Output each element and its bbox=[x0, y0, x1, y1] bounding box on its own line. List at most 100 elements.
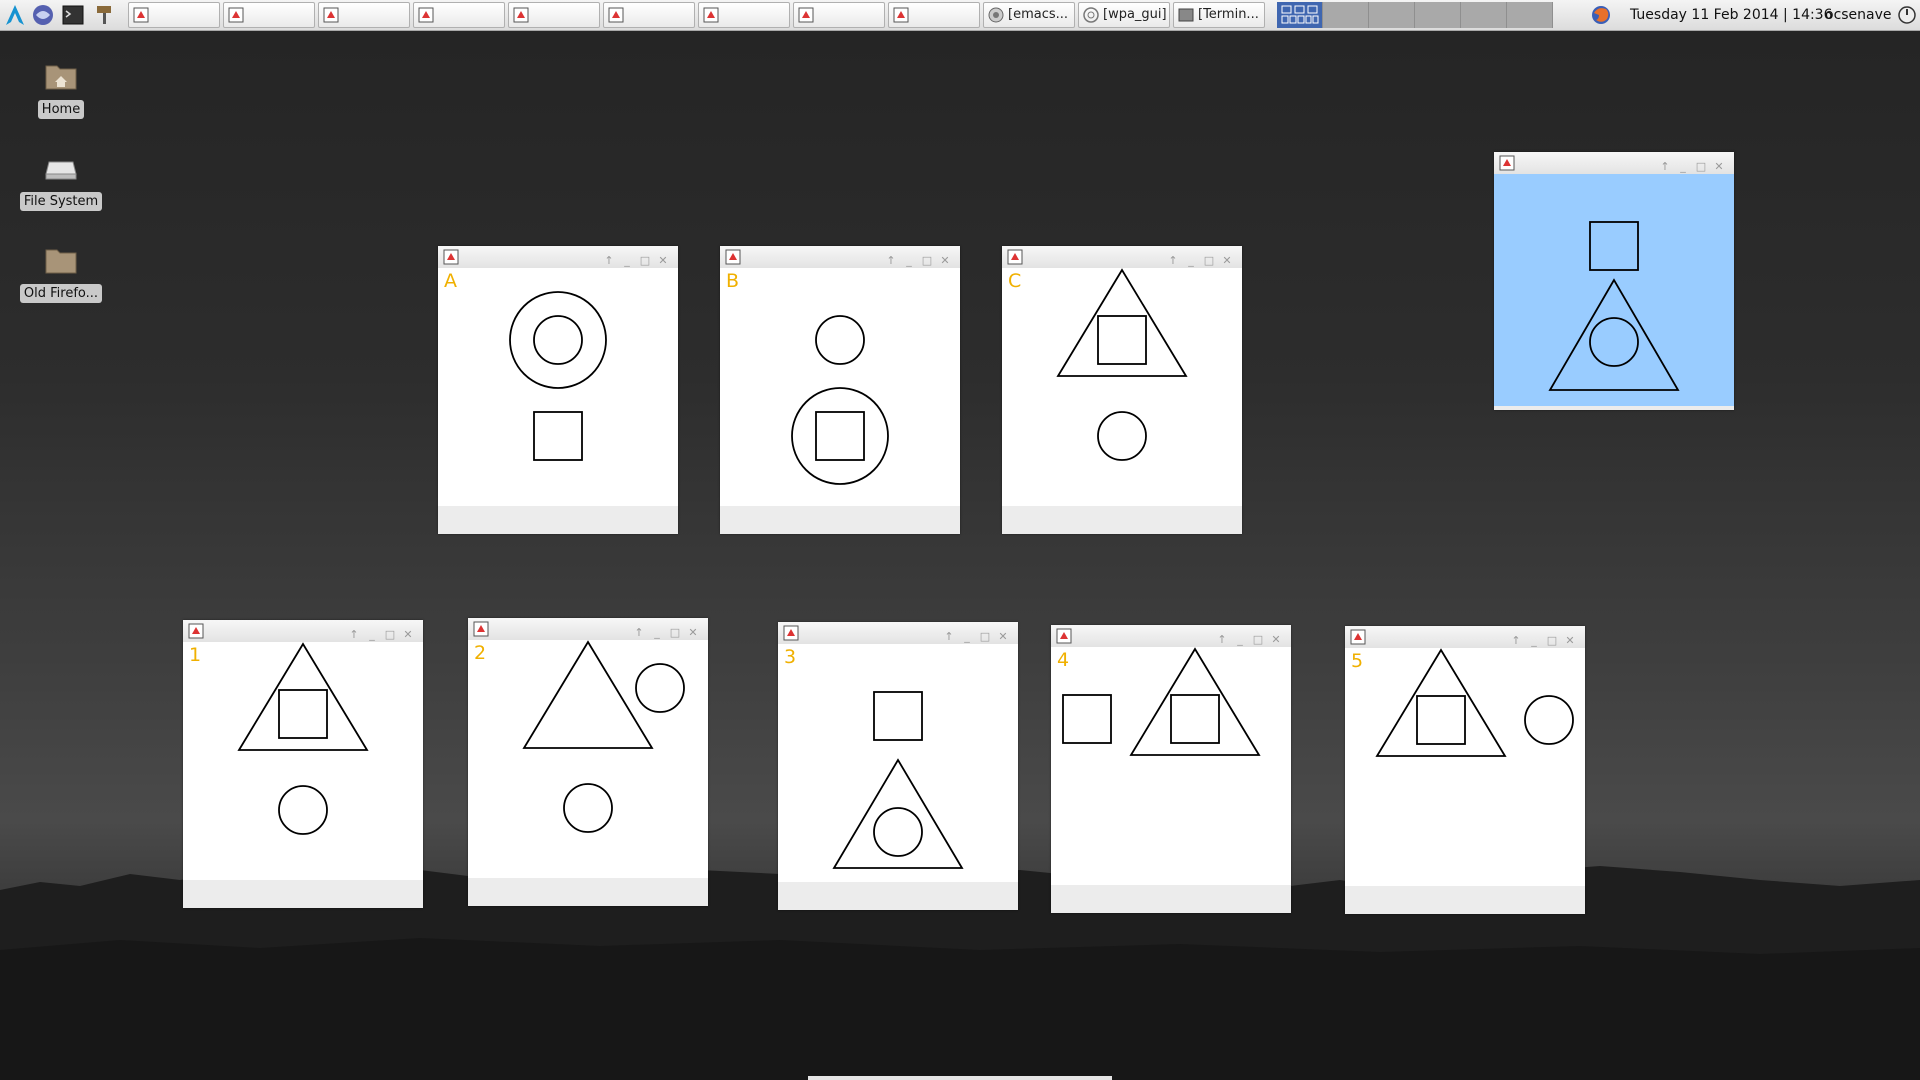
minimize-icon[interactable]: _ bbox=[363, 627, 381, 643]
figure-canvas[interactable]: 4 bbox=[1051, 647, 1291, 885]
java-app-icon bbox=[725, 249, 741, 265]
taskbar-item-emacs[interactable]: [emacs... bbox=[983, 2, 1075, 28]
puzzle-window-3[interactable]: ↑ _ □ ✕ 3 bbox=[778, 622, 1018, 910]
workspace-5[interactable] bbox=[1461, 2, 1507, 28]
taskbar-item-wpa-gui[interactable]: [wpa_gui] bbox=[1078, 2, 1170, 28]
maximize-icon[interactable]: □ bbox=[976, 629, 994, 645]
close-icon[interactable]: ✕ bbox=[399, 627, 417, 643]
taskbar-item[interactable] bbox=[508, 2, 600, 28]
maximize-icon[interactable]: □ bbox=[1692, 159, 1710, 175]
minimize-icon[interactable]: _ bbox=[900, 253, 918, 269]
workspace-2[interactable] bbox=[1323, 2, 1369, 28]
shade-icon[interactable]: ↑ bbox=[1164, 253, 1182, 269]
figure-canvas[interactable]: 5 bbox=[1345, 648, 1585, 886]
minimize-icon[interactable]: _ bbox=[1674, 159, 1692, 175]
desktop-icon-filesystem[interactable]: File System bbox=[16, 150, 106, 211]
minimize-icon[interactable]: _ bbox=[1182, 253, 1200, 269]
window-titlebar[interactable]: ↑ _ □ ✕ bbox=[438, 246, 678, 268]
maximize-icon[interactable]: □ bbox=[1249, 632, 1267, 648]
maximize-icon[interactable]: □ bbox=[381, 627, 399, 643]
maximize-icon[interactable]: □ bbox=[666, 625, 684, 641]
puzzle-window-b[interactable]: ↑ _ □ ✕ B bbox=[720, 246, 960, 534]
puzzle-window-a[interactable]: ↑ _ □ ✕ A bbox=[438, 246, 678, 534]
figure-canvas[interactable]: B bbox=[720, 268, 960, 506]
shade-icon[interactable]: ↑ bbox=[600, 253, 618, 269]
window-titlebar[interactable]: ↑ _ □ ✕ bbox=[183, 620, 423, 642]
shade-icon[interactable]: ↑ bbox=[630, 625, 648, 641]
firefox-icon[interactable] bbox=[1590, 4, 1612, 26]
desktop-icon-home[interactable]: Home bbox=[16, 58, 106, 119]
power-icon[interactable] bbox=[1897, 5, 1917, 25]
triangle-shape bbox=[237, 642, 369, 751]
shade-icon[interactable]: ↑ bbox=[345, 627, 363, 643]
shade-icon[interactable]: ↑ bbox=[1656, 159, 1674, 175]
shade-icon[interactable]: ↑ bbox=[882, 253, 900, 269]
window-titlebar[interactable]: ↑ _ □ ✕ bbox=[1051, 625, 1291, 647]
figure-canvas[interactable]: 3 bbox=[778, 644, 1018, 882]
arch-menu-icon[interactable] bbox=[3, 3, 27, 27]
minimize-icon[interactable]: _ bbox=[1525, 633, 1543, 649]
minimize-icon[interactable]: _ bbox=[958, 629, 976, 645]
close-icon[interactable]: ✕ bbox=[1561, 633, 1579, 649]
figure-canvas[interactable]: C bbox=[1002, 268, 1242, 506]
square-shape bbox=[873, 691, 923, 741]
close-icon[interactable]: ✕ bbox=[1218, 253, 1236, 269]
window-titlebar[interactable]: ↑ _ □ ✕ bbox=[1002, 246, 1242, 268]
close-icon[interactable]: ✕ bbox=[1710, 159, 1728, 175]
taskbar-item[interactable] bbox=[318, 2, 410, 28]
puzzle-window-1[interactable]: ↑ _ □ ✕ 1 bbox=[183, 620, 423, 908]
query-figure-canvas[interactable] bbox=[1494, 174, 1734, 406]
maximize-icon[interactable]: □ bbox=[1200, 253, 1218, 269]
shade-icon[interactable]: ↑ bbox=[1507, 633, 1525, 649]
taskbar-item[interactable] bbox=[698, 2, 790, 28]
puzzle-window-4[interactable]: ↑ _ □ ✕ 4 bbox=[1051, 625, 1291, 913]
figure-canvas[interactable]: 2 bbox=[468, 640, 708, 878]
puzzle-window-c[interactable]: ↑ _ □ ✕ C bbox=[1002, 246, 1242, 534]
desktop-icon-label: File System bbox=[19, 192, 103, 211]
puzzle-window-2[interactable]: ↑ _ □ ✕ 2 bbox=[468, 618, 708, 906]
settings-brush-icon[interactable] bbox=[93, 3, 117, 27]
workspace-3[interactable] bbox=[1369, 2, 1415, 28]
window-titlebar[interactable]: ↑ _ □ ✕ bbox=[720, 246, 960, 268]
maximize-icon[interactable]: □ bbox=[918, 253, 936, 269]
close-icon[interactable]: ✕ bbox=[654, 253, 672, 269]
window-titlebar[interactable]: ↑ _ □ ✕ bbox=[1494, 152, 1734, 174]
close-icon[interactable]: ✕ bbox=[936, 253, 954, 269]
puzzle-window-5[interactable]: ↑ _ □ ✕ 5 bbox=[1345, 626, 1585, 914]
workspace-1[interactable] bbox=[1277, 2, 1323, 28]
window-titlebar[interactable]: ↑ _ □ ✕ bbox=[1345, 626, 1585, 648]
username[interactable]: ocsenave bbox=[1825, 0, 1892, 30]
window-titlebar[interactable]: ↑ _ □ ✕ bbox=[778, 622, 1018, 644]
web-browser-launcher-icon[interactable] bbox=[31, 3, 55, 27]
shade-icon[interactable]: ↑ bbox=[940, 629, 958, 645]
maximize-icon[interactable]: □ bbox=[636, 253, 654, 269]
desktop-icon-old-firefox[interactable]: Old Firefo... bbox=[16, 242, 106, 303]
figure-canvas[interactable]: A bbox=[438, 268, 678, 506]
puzzle-window-query[interactable]: ↑ _ □ ✕ bbox=[1494, 152, 1734, 410]
clock[interactable]: Tuesday 11 Feb 2014 | 14:36 bbox=[1630, 0, 1833, 30]
java-app-icon bbox=[608, 7, 624, 23]
taskbar-item[interactable] bbox=[793, 2, 885, 28]
taskbar-item[interactable] bbox=[603, 2, 695, 28]
taskbar-item[interactable] bbox=[128, 2, 220, 28]
minimize-icon[interactable]: _ bbox=[618, 253, 636, 269]
workspace-pager[interactable] bbox=[1277, 2, 1577, 28]
figure-canvas[interactable]: 1 bbox=[183, 642, 423, 880]
window-titlebar[interactable]: ↑ _ □ ✕ bbox=[468, 618, 708, 640]
circle-shape bbox=[1524, 695, 1574, 745]
shade-icon[interactable]: ↑ bbox=[1213, 632, 1231, 648]
minimize-icon[interactable]: _ bbox=[648, 625, 666, 641]
taskbar-item[interactable] bbox=[223, 2, 315, 28]
close-icon[interactable]: ✕ bbox=[684, 625, 702, 641]
close-icon[interactable]: ✕ bbox=[1267, 632, 1285, 648]
square-shape bbox=[815, 411, 865, 461]
workspace-4[interactable] bbox=[1415, 2, 1461, 28]
terminal-launcher-icon[interactable] bbox=[61, 3, 85, 27]
taskbar-item[interactable] bbox=[888, 2, 980, 28]
minimize-icon[interactable]: _ bbox=[1231, 632, 1249, 648]
maximize-icon[interactable]: □ bbox=[1543, 633, 1561, 649]
workspace-6[interactable] bbox=[1507, 2, 1553, 28]
taskbar-item[interactable] bbox=[413, 2, 505, 28]
close-icon[interactable]: ✕ bbox=[994, 629, 1012, 645]
taskbar-item-terminal[interactable]: [Termin... bbox=[1173, 2, 1265, 28]
